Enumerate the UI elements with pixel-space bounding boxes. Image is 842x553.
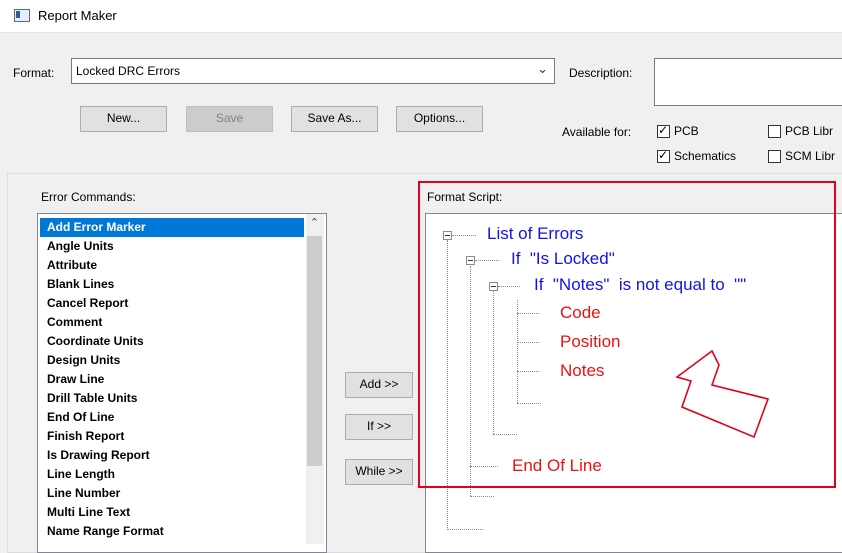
pcb-library-checkbox-label[interactable]: PCB Libr (785, 124, 833, 138)
error-commands-list[interactable]: Add Error Marker Angle Units Attribute B… (37, 213, 327, 553)
list-item[interactable]: Name Range Format (40, 522, 304, 541)
description-field[interactable] (654, 58, 842, 106)
available-for-label: Available for: (562, 125, 632, 139)
app-icon (14, 9, 30, 22)
format-combo[interactable]: Locked DRC Errors ⌄ (71, 58, 555, 84)
save-button[interactable]: Save (186, 106, 273, 132)
pcb-checkbox[interactable] (657, 123, 670, 138)
list-item[interactable]: Cancel Report (40, 294, 304, 313)
list-scrollbar[interactable]: ⌃ (306, 214, 324, 544)
red-arrow-icon (675, 349, 770, 439)
list-item[interactable]: Multi Line Text (40, 503, 304, 522)
add-button[interactable]: Add >> (345, 372, 413, 398)
chevron-up-icon[interactable]: ⌃ (306, 216, 323, 234)
list-item[interactable]: Attribute (40, 256, 304, 275)
list-item[interactable]: Line Length (40, 465, 304, 484)
while-button[interactable]: While >> (345, 459, 413, 485)
list-item[interactable]: End Of Line (40, 408, 304, 427)
schematics-checkbox[interactable] (657, 148, 670, 163)
list-item[interactable]: Angle Units (40, 237, 304, 256)
list-item[interactable]: Design Units (40, 351, 304, 370)
scm-library-checkbox-label[interactable]: SCM Libr (785, 149, 835, 163)
list-item[interactable]: Line Number (40, 484, 304, 503)
tree-guide (447, 529, 483, 530)
list-item[interactable]: Draw Line (40, 370, 304, 389)
new-button[interactable]: New... (80, 106, 167, 132)
scm-library-checkbox[interactable] (768, 150, 781, 163)
list-item[interactable]: Is Drawing Report (40, 446, 304, 465)
pcb-checkbox-label[interactable]: PCB (674, 124, 699, 138)
scroll-thumb[interactable] (307, 236, 322, 466)
chevron-down-icon[interactable]: ⌄ (537, 61, 548, 77)
title-bar: Report Maker (0, 0, 842, 32)
list-item[interactable]: Drill Table Units (40, 389, 304, 408)
list-item[interactable]: Finish Report (40, 427, 304, 446)
error-commands-label: Error Commands: (41, 190, 136, 204)
list-item[interactable]: Add Error Marker (40, 218, 304, 237)
if-button[interactable]: If >> (345, 414, 413, 440)
schematics-checkbox-label[interactable]: Schematics (674, 149, 736, 163)
description-label: Description: (569, 66, 633, 80)
format-label: Format: (13, 66, 55, 80)
list-item[interactable]: Blank Lines (40, 275, 304, 294)
format-value: Locked DRC Errors (76, 64, 181, 78)
list-item[interactable]: Comment (40, 313, 304, 332)
title-divider (0, 32, 842, 33)
tree-guide (470, 496, 494, 497)
highlight-box (418, 181, 836, 488)
window-title: Report Maker (38, 8, 117, 23)
options-button[interactable]: Options... (396, 106, 483, 132)
pcb-library-checkbox[interactable] (768, 125, 781, 138)
save-as-button[interactable]: Save As... (291, 106, 378, 132)
list-item[interactable]: Coordinate Units (40, 332, 304, 351)
